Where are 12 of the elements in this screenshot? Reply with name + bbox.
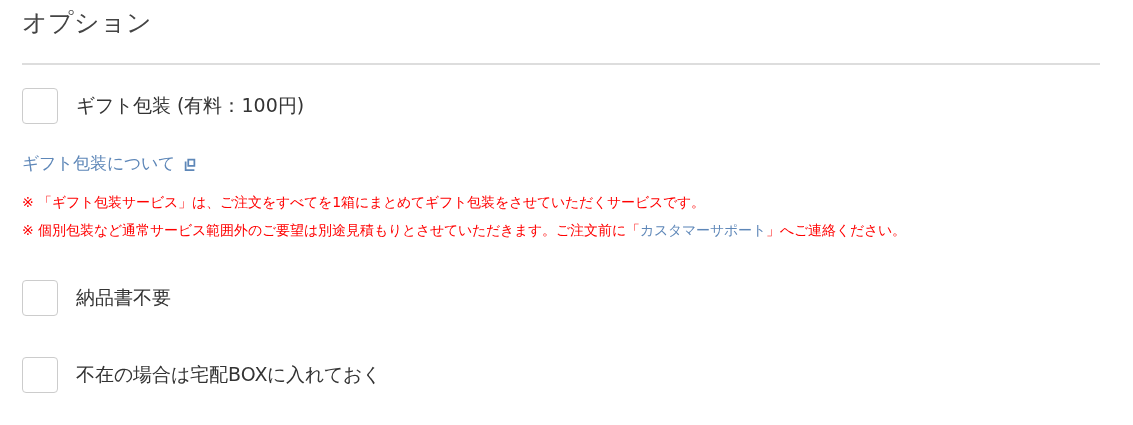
gift-info-link[interactable]: ギフト包装について <box>22 152 175 175</box>
notice-text: ※ 個別包装など通常サービス範囲外のご要望は別途見積もりとさせていただきます。ご注文前に「カスタマーサポート」へご連絡ください。 <box>22 221 908 240</box>
notice-text: ※ 「ギフト包装サービス」は、ご注文をすべてを1箱にまとめてギフト包装をさせていただくサービスです。 <box>22 193 707 212</box>
checkbox-label: 納品書不要 <box>76 285 171 310</box>
checkbox[interactable] <box>22 88 58 124</box>
checkbox[interactable] <box>22 357 58 393</box>
checkbox-label: ギフト包装 (有料：100円) <box>76 93 305 118</box>
checkbox-label: 不在の場合は宅配BOXに入れておく <box>76 362 382 387</box>
section-title: オプション <box>22 7 153 39</box>
external-window-icon <box>183 157 197 171</box>
checkbox[interactable] <box>22 280 58 316</box>
customer-support-link[interactable]: カスタマーサポート <box>640 222 767 238</box>
